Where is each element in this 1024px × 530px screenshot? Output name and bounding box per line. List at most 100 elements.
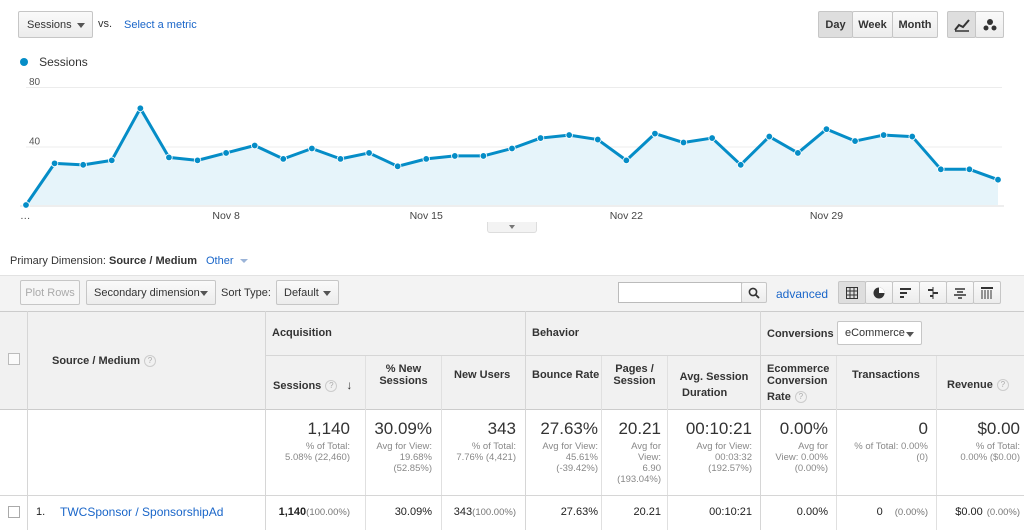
data-point	[50, 159, 59, 168]
new-sessions-header[interactable]: % New Sessions	[366, 363, 441, 387]
comparison-icon	[928, 286, 938, 299]
collapse-arrow-icon	[509, 225, 515, 229]
pages-header-line2: Session	[613, 375, 656, 387]
x-tick-label: …	[20, 210, 31, 222]
total-conversion-rate: 0.00%	[779, 419, 828, 438]
transactions-header[interactable]: Transactions	[852, 369, 920, 381]
row-avg-duration: 00:10:21	[709, 506, 752, 518]
total-pages-sub-line: Avg for	[631, 441, 661, 452]
source-medium-header[interactable]: Source / Medium?	[52, 355, 157, 368]
plot-rows-label: Plot Rows	[25, 286, 75, 299]
data-point	[222, 149, 230, 157]
chart-collapse-handle[interactable]	[487, 222, 537, 233]
comparison-view-button[interactable]	[919, 281, 947, 304]
row-new-sessions: 30.09%	[394, 506, 432, 518]
total-transactions-sub: % of Total: 0.00% (0)	[854, 441, 928, 463]
conversions-select-label: eCommerce	[845, 327, 905, 339]
sort-descending-icon: ↓	[346, 378, 353, 392]
data-point	[22, 201, 30, 209]
plot-rows-button[interactable]: Plot Rows	[20, 280, 80, 305]
grid-icon	[846, 286, 858, 299]
term-cloud-icon	[954, 287, 966, 299]
revenue-header[interactable]: Revenue?	[947, 379, 1009, 392]
row-new-users-pct: (100.00%)	[472, 507, 516, 518]
data-point	[994, 176, 1002, 184]
group-divider	[265, 355, 1024, 356]
source-medium-header-label: Source / Medium	[52, 355, 141, 367]
search-button[interactable]	[741, 282, 767, 303]
data-point	[193, 156, 202, 165]
performance-view-button[interactable]	[892, 281, 920, 304]
dimension-source-medium[interactable]: Source / Medium	[109, 255, 197, 267]
row-revenue-value: $0.00	[955, 506, 983, 518]
total-sessions-sub-line: 5.08% (22,460)	[285, 452, 350, 463]
sort-type-value: Default	[284, 286, 319, 299]
term-cloud-view-button[interactable]	[946, 281, 974, 304]
row-index: 1.	[36, 506, 46, 518]
total-bounce-sub-line: 45.61%	[565, 452, 598, 463]
total-duration-sub-line: Avg for View:	[696, 441, 752, 452]
table-view-button[interactable]	[838, 281, 866, 304]
help-icon: ?	[325, 380, 338, 393]
row-new-users-value: 343	[453, 506, 473, 518]
total-pages-sub-line: 6.90	[642, 463, 662, 474]
data-point	[737, 161, 745, 169]
conversions-select[interactable]: eCommerce	[837, 321, 922, 345]
avg-session-duration-header[interactable]: Avg. Session Duration	[668, 369, 760, 401]
conversions-group-header: Conversions	[767, 328, 834, 340]
sort-type-select[interactable]: Default	[276, 280, 339, 305]
col-divider	[936, 356, 937, 530]
table-search-input[interactable]	[618, 282, 742, 303]
dimension-other[interactable]: Other	[206, 255, 248, 267]
row-sessions-value: 1,140	[278, 506, 307, 518]
pie-view-button[interactable]	[865, 281, 893, 304]
data-point	[336, 155, 345, 163]
total-duration-sub-line: (192.57%)	[708, 463, 752, 474]
data-point	[308, 144, 316, 153]
total-conv-sub-line: (0.00%)	[794, 463, 828, 474]
total-bounce-sub: Avg for View: 45.61% (-39.42%)	[542, 441, 598, 474]
pivot-view-button[interactable]	[973, 281, 1001, 304]
total-conv-sub-line: Avg for	[798, 441, 828, 452]
col-divider	[27, 311, 28, 530]
search-icon	[748, 287, 760, 299]
bar-chart-icon	[900, 287, 911, 298]
secondary-dimension-label: Secondary dimension	[94, 286, 200, 299]
data-point	[908, 132, 916, 141]
conv-header-line3: Rate?	[767, 391, 829, 404]
behavior-group-header: Behavior	[532, 327, 580, 339]
bounce-rate-header[interactable]: Bounce Rate	[532, 369, 599, 381]
row-new-users: 343(100.00%)	[454, 506, 516, 518]
conversion-rate-header[interactable]: Ecommerce Conversion Rate?	[767, 363, 829, 404]
data-point	[679, 138, 688, 147]
data-point	[708, 134, 716, 142]
row-revenue: $0.00 (0.00%)	[955, 506, 1020, 518]
chevron-down-icon	[906, 332, 914, 337]
data-point	[651, 129, 659, 138]
total-pages-sub-line: (193.04%)	[617, 474, 661, 485]
sessions-header[interactable]: Sessions? ↓	[273, 378, 353, 393]
total-trans-sub-line: (0)	[916, 452, 928, 463]
help-icon: ?	[794, 391, 807, 404]
pages-session-header[interactable]: Pages / Session	[602, 363, 667, 387]
select-all-checkbox[interactable]	[8, 353, 20, 365]
duration-header-line2: Duration	[682, 387, 728, 399]
advanced-link[interactable]: advanced	[776, 287, 828, 301]
data-point	[794, 149, 802, 157]
total-rev-sub-line: 0.00% ($0.00)	[960, 452, 1020, 463]
total-bounce-sub-line: (-39.42%)	[556, 463, 598, 474]
total-transactions: 0	[918, 419, 928, 438]
data-point	[451, 152, 459, 160]
total-duration-sub-line: 00:03:32	[715, 452, 752, 463]
secondary-dimension-select[interactable]: Secondary dimension	[86, 280, 216, 305]
sort-type-label: Sort Type:	[221, 287, 271, 299]
total-new-sessions-sub: Avg for View: 19.68% (52.85%)	[376, 441, 432, 474]
row-bounce-rate: 27.63%	[560, 506, 598, 518]
total-new-users-sub-line: % of Total:	[471, 441, 516, 452]
pages-header-line1: Pages /	[615, 363, 654, 375]
new-users-header[interactable]: New Users	[454, 369, 510, 381]
row-source-medium-link[interactable]: TWCSponsor / SponsorshipAd	[60, 505, 223, 519]
chevron-down-icon	[239, 259, 248, 264]
data-point	[622, 156, 631, 165]
row-checkbox[interactable]	[8, 506, 20, 518]
